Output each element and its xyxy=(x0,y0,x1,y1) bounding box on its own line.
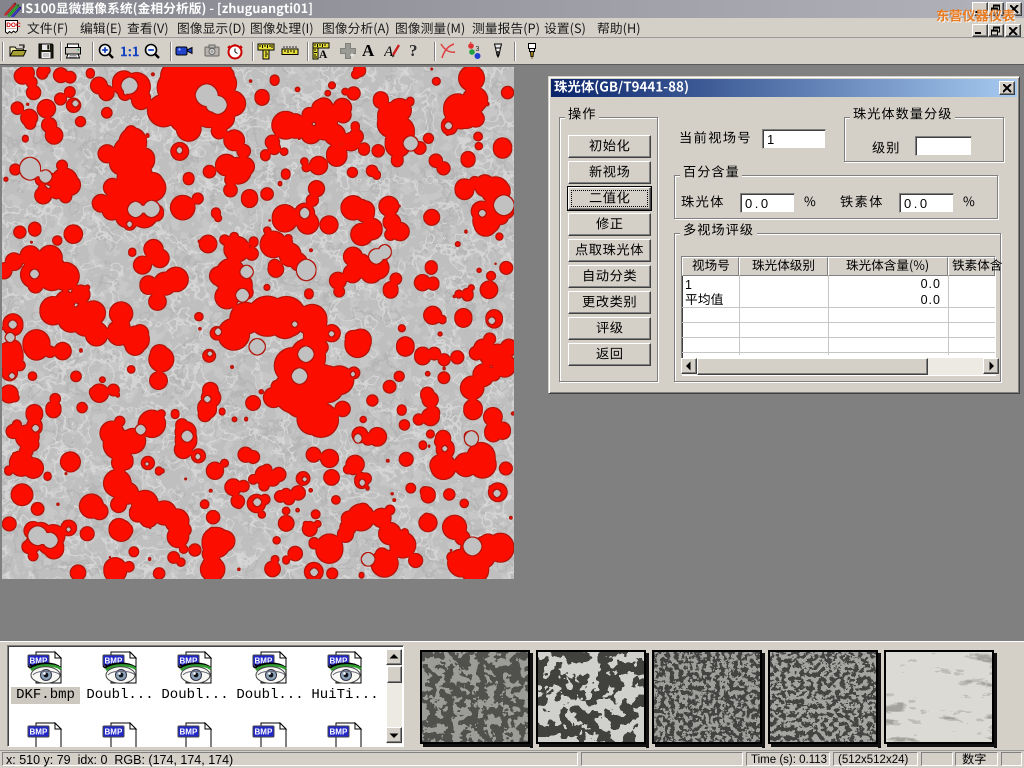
svg-text:BMP: BMP xyxy=(30,728,48,737)
svg-text:BMP: BMP xyxy=(330,728,348,737)
svg-text:A: A xyxy=(384,44,394,60)
svg-text:BMP: BMP xyxy=(180,728,198,737)
svg-text:3: 3 xyxy=(476,46,480,53)
svg-text:BMP: BMP xyxy=(105,728,123,737)
svg-text:BMP: BMP xyxy=(255,728,273,737)
svg-text:A: A xyxy=(319,49,328,61)
svg-text:DOC: DOC xyxy=(6,22,21,29)
